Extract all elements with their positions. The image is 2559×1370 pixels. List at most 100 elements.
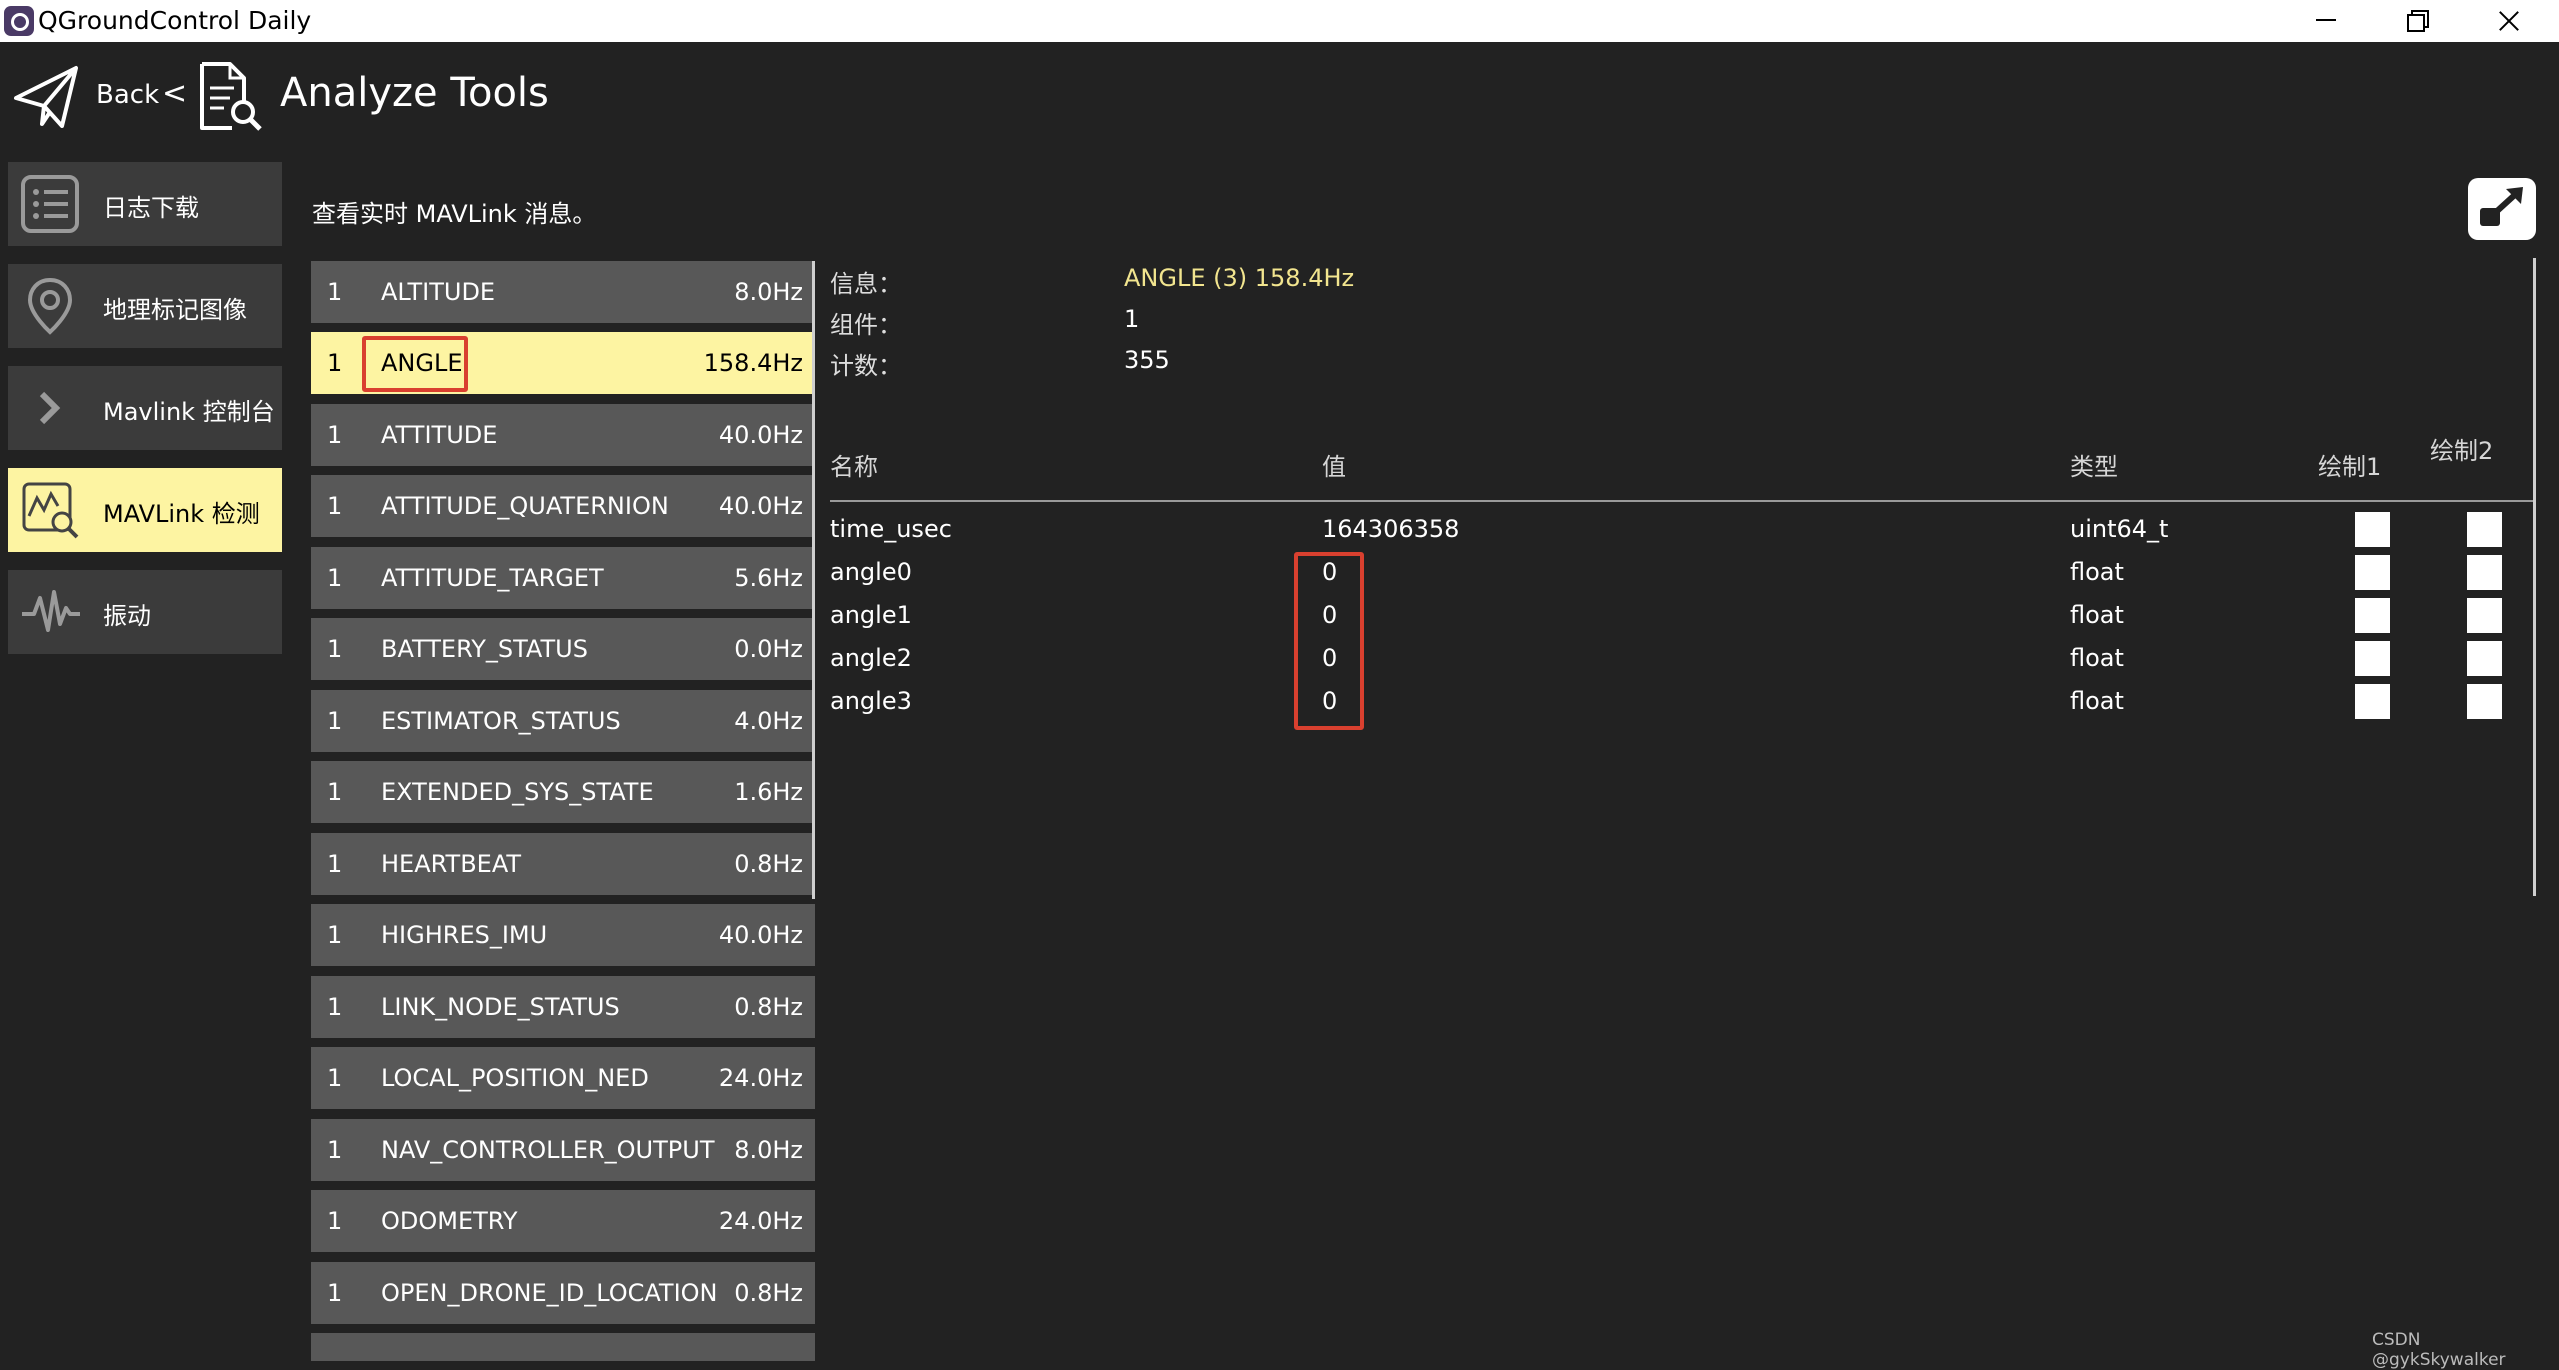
message-row-attitude[interactable]: 1 ATTITUDE 40.0Hz [311,404,815,466]
annotation-highlight-box [362,336,468,392]
message-rate: 24.0Hz [718,1064,803,1092]
message-row-local-position-ned[interactable]: 1 LOCAL_POSITION_NED 24.0Hz [311,1047,815,1109]
message-name: ODOMETRY [381,1207,518,1235]
message-row-estimator-status[interactable]: 1 ESTIMATOR_STATUS 4.0Hz [311,690,815,752]
message-rate: 40.0Hz [718,921,803,949]
message-name: HIGHRES_IMU [381,921,548,949]
annotation-highlight-box [1294,552,1364,730]
message-rate: 0.8Hz [734,993,803,1021]
window-titlebar: QGroundControl Daily [0,0,2559,42]
sidebar-item-label: 振动 [103,602,151,630]
field-type: float [2070,601,2124,629]
count-value: 355 [1124,346,1170,374]
plot1-checkbox[interactable] [2355,512,2390,547]
message-row-altitude[interactable]: 1 ALTITUDE 8.0Hz [311,261,815,323]
analyze-document-icon [200,62,262,131]
message-row-attitude-quaternion[interactable]: 1 ATTITUDE_QUATERNION 40.0Hz [311,475,815,537]
count-label: 计数： [830,352,902,380]
field-type: float [2070,558,2124,586]
message-rate: 5.6Hz [734,564,803,592]
plot2-checkbox[interactable] [2467,512,2502,547]
column-header-plot1: 绘制1 [2318,453,2382,481]
plot1-checkbox[interactable] [2355,598,2390,633]
minimize-button[interactable] [2290,0,2360,42]
field-name: angle3 [830,687,912,715]
message-component: 1 [327,993,343,1021]
message-component: 1 [327,778,343,806]
message-name: HEARTBEAT [381,850,522,878]
breadcrumb-separator: < [162,76,188,111]
plot2-checkbox[interactable] [2467,598,2502,633]
message-name: LINK_NODE_STATUS [381,993,620,1021]
message-row-battery-status[interactable]: 1 BATTERY_STATUS 0.0Hz [311,618,815,680]
component-label: 组件： [830,311,902,339]
close-button[interactable] [2475,0,2545,42]
message-name: ATTITUDE [381,421,498,449]
message-row-angle[interactable]: 1 ANGLE 158.4Hz [311,332,815,394]
sidebar-item-mavlink-inspector[interactable]: MAVLink 检测 [8,468,282,552]
message-component: 1 [327,349,343,377]
message-component: 1 [327,1207,343,1235]
message-component: 1 [327,1136,343,1164]
vibration-icon [22,590,80,632]
message-row-odometry[interactable]: 1 ODOMETRY 24.0Hz [311,1190,815,1252]
list-icon [21,175,79,233]
message-name: ATTITUDE_TARGET [381,564,604,592]
sidebar-item-vibration[interactable]: 振动 [8,570,282,654]
message-rate: 4.0Hz [734,707,803,735]
message-name: ESTIMATOR_STATUS [381,707,621,735]
message-component: 1 [327,278,343,306]
message-rate: 24.0Hz [718,1207,803,1235]
message-row-extended-sys-state[interactable]: 1 EXTENDED_SYS_STATE 1.6Hz [311,761,815,823]
message-component: 1 [327,850,343,878]
message-row-highres-imu[interactable]: 1 HIGHRES_IMU 40.0Hz [311,904,815,966]
header-divider [830,500,2536,502]
sidebar-item-log-download[interactable]: 日志下载 [8,162,282,246]
field-name: angle1 [830,601,912,629]
message-rate: 0.8Hz [734,1279,803,1307]
field-type: float [2070,687,2124,715]
message-name: NAV_CONTROLLER_OUTPUT [381,1136,715,1164]
page-title: Analyze Tools [280,70,549,116]
message-row-nav-controller-output[interactable]: 1 NAV_CONTROLLER_OUTPUT 8.0Hz [311,1119,815,1181]
plot1-checkbox[interactable] [2355,684,2390,719]
message-info-value: ANGLE (3) 158.4Hz [1124,264,1355,292]
popout-window-button[interactable] [2468,178,2536,240]
message-rate: 40.0Hz [718,492,803,520]
field-name: angle0 [830,558,912,586]
restore-button[interactable] [2383,0,2453,42]
back-button[interactable]: Back [96,80,159,110]
message-component: 1 [327,492,343,520]
message-row-partial[interactable] [311,1333,815,1361]
message-name: BATTERY_STATUS [381,635,588,663]
paper-plane-icon[interactable] [10,60,84,134]
sidebar-item-label: MAVLink 检测 [103,500,260,528]
message-component: 1 [327,707,343,735]
sidebar-item-geotag-images[interactable]: 地理标记图像 [8,264,282,348]
message-component: 1 [327,921,343,949]
message-rate: 158.4Hz [703,349,803,377]
column-header-type: 类型 [2070,453,2118,481]
message-component: 1 [327,1279,343,1307]
message-list-scrollbar[interactable] [812,261,815,899]
message-component: 1 [327,1064,343,1092]
message-row-open-drone-id-location[interactable]: 1 OPEN_DRONE_ID_LOCATION 0.8Hz [311,1262,815,1324]
message-list: 1 ALTITUDE 8.0Hz 1 ANGLE 158.4Hz 1 ATTIT… [311,261,815,1361]
message-rate: 8.0Hz [734,278,803,306]
message-rate: 0.8Hz [734,850,803,878]
message-rate: 40.0Hz [718,421,803,449]
message-row-attitude-target[interactable]: 1 ATTITUDE_TARGET 5.6Hz [311,547,815,609]
detail-scrollbar[interactable] [2533,258,2536,896]
field-name: angle2 [830,644,912,672]
message-name: EXTENDED_SYS_STATE [381,778,654,806]
plot1-checkbox[interactable] [2355,555,2390,590]
watermark: CSDN @gykSkywalker [2372,1330,2506,1370]
plot2-checkbox[interactable] [2467,555,2502,590]
plot1-checkbox[interactable] [2355,641,2390,676]
plot2-checkbox[interactable] [2467,684,2502,719]
sidebar-item-mavlink-console[interactable]: Mavlink 控制台 [8,366,282,450]
message-row-heartbeat[interactable]: 1 HEARTBEAT 0.8Hz [311,833,815,895]
plot2-checkbox[interactable] [2467,641,2502,676]
message-row-link-node-status[interactable]: 1 LINK_NODE_STATUS 0.8Hz [311,976,815,1038]
message-name: OPEN_DRONE_ID_LOCATION [381,1279,718,1307]
